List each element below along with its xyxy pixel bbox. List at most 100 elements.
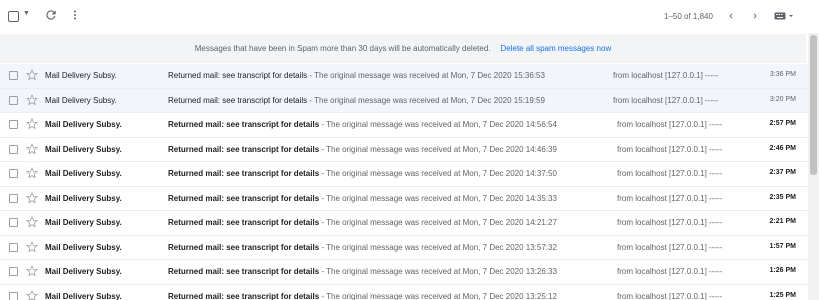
keyboard-icon[interactable] xyxy=(774,11,796,21)
more-vert-icon[interactable] xyxy=(69,8,81,22)
email-time: 2:37 PM xyxy=(769,169,796,176)
email-content: Returned mail: see transcript for detail… xyxy=(168,71,588,80)
email-extra: from localhost [127.0.0.1] ----- xyxy=(617,218,723,227)
email-snippet: - The original message was received at M… xyxy=(319,144,557,154)
chevron-left-icon[interactable] xyxy=(726,10,736,22)
email-row[interactable]: Mail Delivery Subsy. Returned mail: see … xyxy=(0,113,808,138)
email-list: Mail Delivery Subsy. Returned mail: see … xyxy=(0,64,808,300)
scrollbar-thumb[interactable] xyxy=(810,35,817,175)
email-subject: Returned mail: see transcript for detail… xyxy=(168,218,320,227)
email-row[interactable]: Mail Delivery Subsy. Returned mail: see … xyxy=(0,235,808,260)
chevron-right-icon[interactable] xyxy=(750,10,760,22)
star-icon[interactable] xyxy=(26,93,38,106)
row-checkbox[interactable] xyxy=(9,71,18,80)
email-time: 3:20 PM xyxy=(769,95,796,103)
email-content: Returned mail: see transcript for detail… xyxy=(168,96,588,105)
email-time: 2:35 PM xyxy=(769,193,796,201)
row-checkbox[interactable] xyxy=(9,193,18,203)
email-subject: Returned mail: see transcript for detail… xyxy=(168,95,308,105)
email-row[interactable]: Mail Delivery Subsy. Returned mail: see … xyxy=(0,284,808,300)
email-row[interactable]: Mail Delivery Subsy. Returned mail: see … xyxy=(0,162,808,187)
email-subject: Returned mail: see transcript for detail… xyxy=(168,193,320,203)
email-content: Returned mail: see transcript for detail… xyxy=(168,194,588,203)
email-snippet: - The original message was received at M… xyxy=(307,71,545,80)
row-checkbox[interactable] xyxy=(9,169,18,178)
row-checkbox[interactable] xyxy=(9,120,18,129)
email-sender: Mail Delivery Subsy. xyxy=(45,95,117,105)
star-icon[interactable] xyxy=(26,289,38,300)
email-snippet: - The original message was received at M… xyxy=(319,242,557,252)
email-snippet: - The original message was received at M… xyxy=(319,291,557,300)
email-snippet: - The original message was received at M… xyxy=(319,267,557,276)
email-time: 3:36 PM xyxy=(769,71,796,78)
row-checkbox[interactable] xyxy=(9,218,18,227)
spam-banner: Messages that have been in Spam more tha… xyxy=(0,34,806,63)
email-time: 1:26 PM xyxy=(769,267,796,274)
row-checkbox[interactable] xyxy=(9,144,18,154)
email-snippet: - The original message was received at M… xyxy=(319,169,557,178)
email-time: 1:57 PM xyxy=(769,242,796,250)
email-sender: Mail Delivery Subsy. xyxy=(45,218,122,227)
email-content: Returned mail: see transcript for detail… xyxy=(168,218,588,227)
email-content: Returned mail: see transcript for detail… xyxy=(168,145,588,154)
email-row[interactable]: Mail Delivery Subsy. Returned mail: see … xyxy=(0,211,808,236)
star-icon[interactable] xyxy=(26,216,38,228)
star-icon[interactable] xyxy=(26,142,38,155)
email-subject: Returned mail: see transcript for detail… xyxy=(168,291,320,300)
email-sender: Mail Delivery Subsy. xyxy=(45,144,122,154)
email-extra: from localhost [127.0.0.1] ----- xyxy=(617,193,723,203)
banner-message: Messages that have been in Spam more tha… xyxy=(194,44,491,53)
email-extra: from localhost [127.0.0.1] ----- xyxy=(617,144,723,154)
email-sender: Mail Delivery Subsy. xyxy=(45,267,122,276)
email-sender: Mail Delivery Subsy. xyxy=(45,71,117,80)
email-time: 1:25 PM xyxy=(769,291,796,299)
email-content: Returned mail: see transcript for detail… xyxy=(168,169,588,178)
email-extra: from localhost [127.0.0.1] ----- xyxy=(613,71,719,80)
email-extra: from localhost [127.0.0.1] ----- xyxy=(617,169,723,178)
select-all-checkbox[interactable] xyxy=(8,11,19,22)
star-icon[interactable] xyxy=(26,118,38,130)
email-sender: Mail Delivery Subsy. xyxy=(45,169,122,178)
email-extra: from localhost [127.0.0.1] ----- xyxy=(617,242,723,252)
delete-spam-link[interactable]: Delete all spam messages now xyxy=(501,44,612,53)
email-subject: Returned mail: see transcript for detail… xyxy=(168,71,308,80)
star-icon[interactable] xyxy=(26,191,38,204)
email-extra: from localhost [127.0.0.1] ----- xyxy=(617,267,723,276)
row-checkbox[interactable] xyxy=(9,242,18,252)
email-subject: Returned mail: see transcript for detail… xyxy=(168,267,320,276)
toolbar: ▼ 1–50 of 1,840 xyxy=(0,0,808,33)
email-row[interactable]: Mail Delivery Subsy. Returned mail: see … xyxy=(0,260,808,285)
row-checkbox[interactable] xyxy=(9,95,18,105)
email-subject: Returned mail: see transcript for detail… xyxy=(168,242,320,252)
email-snippet: - The original message was received at M… xyxy=(307,95,545,105)
email-snippet: - The original message was received at M… xyxy=(319,193,557,203)
email-subject: Returned mail: see transcript for detail… xyxy=(168,120,320,129)
email-subject: Returned mail: see transcript for detail… xyxy=(168,144,320,154)
star-icon[interactable] xyxy=(26,69,38,81)
email-content: Returned mail: see transcript for detail… xyxy=(168,267,588,276)
pagination-range: 1–50 of 1,840 xyxy=(664,12,713,21)
email-content: Returned mail: see transcript for detail… xyxy=(168,243,588,252)
star-icon[interactable] xyxy=(26,240,38,253)
star-icon[interactable] xyxy=(26,167,38,179)
email-sender: Mail Delivery Subsy. xyxy=(45,120,122,129)
email-extra: from localhost [127.0.0.1] ----- xyxy=(613,95,719,105)
email-sender: Mail Delivery Subsy. xyxy=(45,193,122,203)
row-checkbox[interactable] xyxy=(9,267,18,276)
email-snippet: - The original message was received at M… xyxy=(319,120,557,129)
email-extra: from localhost [127.0.0.1] ----- xyxy=(617,120,723,129)
email-content: Returned mail: see transcript for detail… xyxy=(168,120,588,129)
email-row[interactable]: Mail Delivery Subsy. Returned mail: see … xyxy=(0,186,808,211)
email-row[interactable]: Mail Delivery Subsy. Returned mail: see … xyxy=(0,137,808,162)
email-extra: from localhost [127.0.0.1] ----- xyxy=(617,291,723,300)
email-row[interactable]: Mail Delivery Subsy. Returned mail: see … xyxy=(0,88,808,113)
refresh-icon[interactable] xyxy=(44,8,58,22)
email-time: 2:21 PM xyxy=(769,218,796,225)
email-time: 2:46 PM xyxy=(769,144,796,152)
row-checkbox[interactable] xyxy=(9,291,18,300)
email-row[interactable]: Mail Delivery Subsy. Returned mail: see … xyxy=(0,64,808,89)
caret-down-icon[interactable]: ▼ xyxy=(23,10,30,17)
star-icon[interactable] xyxy=(26,265,38,277)
email-sender: Mail Delivery Subsy. xyxy=(45,242,122,252)
email-time: 2:57 PM xyxy=(769,120,796,127)
